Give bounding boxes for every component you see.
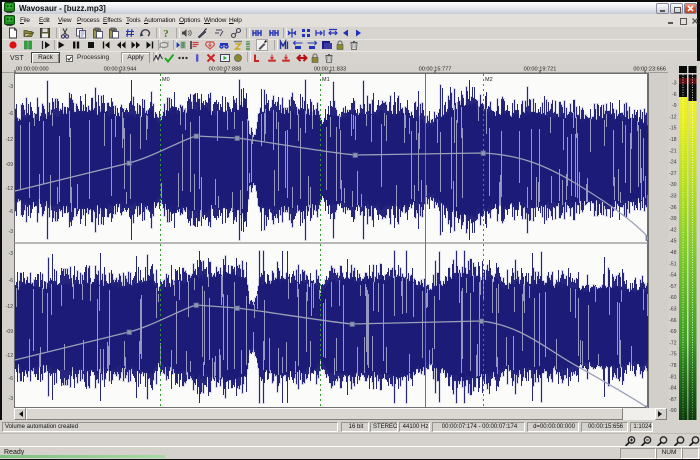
svg-text:-78: -78: [669, 363, 676, 369]
svg-text:-30: -30: [669, 182, 676, 188]
svg-text:-51: -51: [669, 261, 676, 267]
svg-text:-3: -3: [9, 396, 14, 402]
svg-text:-39: -39: [669, 216, 676, 222]
svg-text:-54: -54: [669, 273, 676, 279]
svg-text:-33: -33: [669, 194, 676, 200]
svg-text:M1: M1: [322, 77, 330, 83]
svg-text:-87: -87: [669, 397, 676, 403]
svg-text:-6: -6: [9, 278, 14, 284]
svg-text:-24: -24: [669, 160, 676, 166]
svg-text:00:00:00:000: 00:00:00:000: [16, 67, 49, 73]
svg-text:-75: -75: [669, 352, 676, 358]
svg-text:-6: -6: [672, 92, 677, 98]
svg-text:-36: -36: [669, 205, 676, 211]
svg-text:-9: -9: [672, 103, 677, 109]
svg-text:-42: -42: [669, 227, 676, 233]
svg-text:-3: -3: [9, 251, 14, 257]
svg-text:-69: -69: [669, 329, 676, 335]
svg-text:-57: -57: [669, 284, 676, 290]
svg-text:00:00:23:666: 00:00:23:666: [633, 67, 666, 73]
svg-text:-3: -3: [9, 229, 14, 235]
svg-text:-48: -48: [669, 250, 676, 256]
svg-text:☰: ☰: [246, 46, 251, 51]
svg-text:-60: -60: [669, 295, 676, 301]
svg-text:-12: -12: [6, 137, 13, 143]
svg-text:-66: -66: [669, 318, 676, 324]
svg-text:-3: -3: [672, 81, 677, 87]
svg-text:-12: -12: [6, 353, 13, 359]
svg-text:M2: M2: [485, 77, 493, 83]
svg-text:-63: -63: [669, 307, 676, 313]
svg-text:-84: -84: [669, 386, 676, 392]
svg-text:-12: -12: [6, 304, 13, 310]
svg-text:-3: -3: [9, 84, 14, 90]
svg-text:-45: -45: [669, 239, 676, 245]
svg-text:-21: -21: [669, 148, 676, 154]
svg-text:-12: -12: [669, 114, 676, 120]
svg-text:-09: -09: [6, 162, 13, 168]
svg-text:?: ?: [163, 28, 169, 39]
svg-text:-6: -6: [9, 376, 14, 382]
svg-text:-27: -27: [669, 171, 676, 177]
svg-text:-18: -18: [669, 137, 676, 143]
svg-text:-81: -81: [669, 374, 676, 380]
svg-text:-6: -6: [9, 111, 14, 117]
svg-text:-6: -6: [9, 209, 14, 215]
svg-text:-90: -90: [669, 408, 676, 414]
svg-text:-12: -12: [6, 186, 13, 192]
svg-text:M0: M0: [162, 77, 170, 83]
svg-text:-15: -15: [669, 126, 676, 132]
svg-text:-09: -09: [6, 329, 13, 335]
svg-text:-72: -72: [669, 340, 676, 346]
